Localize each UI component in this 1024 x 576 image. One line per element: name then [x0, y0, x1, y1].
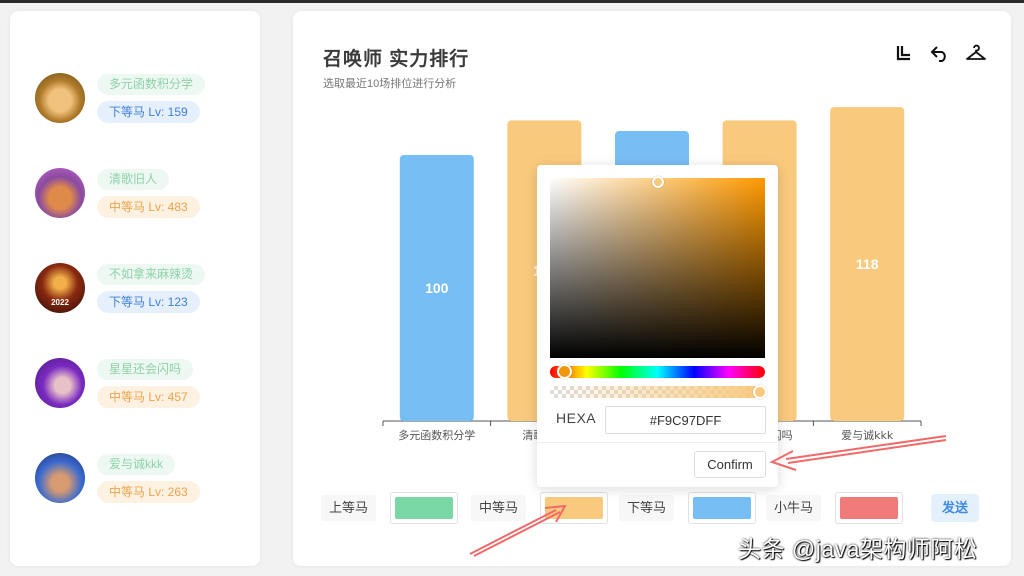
color-picker-popup: HEXA Confirm — [537, 165, 778, 487]
corgi-avatar — [35, 73, 85, 123]
player-item[interactable]: 星星还会闪吗 中等马 Lv: 457 — [35, 358, 255, 422]
player-level-tag: 中等马 Lv: 483 — [97, 196, 200, 218]
saturation-value-panel[interactable] — [550, 178, 765, 358]
swatch-fill — [395, 497, 453, 519]
player-level-tag: 中等马 Lv: 457 — [97, 386, 200, 408]
tier-label: 下等马 — [619, 495, 675, 521]
tier-color-legend: 发送 上等马 中等马 下等马 小牛马 — [321, 492, 991, 524]
hexa-input[interactable] — [605, 406, 766, 434]
blue-hair-avatar — [35, 453, 85, 503]
player-name-tag: 爱与诚kkk — [97, 454, 176, 475]
hue-slider-thumb[interactable] — [557, 364, 572, 379]
alpha-gradient — [550, 386, 765, 398]
alpha-slider-thumb[interactable] — [753, 385, 767, 399]
tier-label: 中等马 — [471, 495, 527, 521]
player-name-tag: 不如拿来麻辣烫 — [97, 264, 206, 285]
tier-color-swatch[interactable] — [688, 492, 756, 524]
hanger-icon — [966, 44, 986, 60]
saturation-cursor[interactable] — [652, 176, 664, 188]
swatch-fill — [840, 497, 898, 519]
fox-mage-avatar — [35, 168, 85, 218]
player-item[interactable]: 爱与诚kkk 中等马 Lv: 263 — [35, 453, 255, 517]
confirm-button[interactable]: Confirm — [694, 451, 766, 478]
swatch-fill — [693, 497, 751, 519]
tier-color-swatch[interactable] — [390, 492, 458, 524]
tier-color-swatch[interactable] — [835, 492, 903, 524]
window-top-edge — [0, 0, 1024, 3]
purple-hair-avatar — [35, 358, 85, 408]
player-name-tag: 星星还会闪吗 — [97, 359, 194, 380]
player-level-tag: 中等马 Lv: 263 — [97, 481, 200, 503]
page-subtitle: 选取最近10场排位进行分析 — [323, 78, 457, 90]
data-view-icon — [896, 46, 910, 61]
undo-button[interactable] — [929, 42, 951, 64]
category-label: 爱与诚kkk — [841, 429, 894, 442]
tier-color-swatch[interactable] — [540, 492, 608, 524]
data-view-button[interactable] — [893, 42, 915, 64]
picker-divider — [537, 442, 778, 443]
player-level-tag: 下等马 Lv: 159 — [97, 101, 200, 123]
player-item[interactable]: 2022 不如拿来麻辣烫 下等马 Lv: 123 — [35, 263, 255, 327]
hue-slider[interactable] — [550, 366, 765, 378]
undo-icon — [930, 46, 946, 62]
bar-value-label: 100 — [425, 280, 449, 296]
send-button[interactable]: 发送 — [931, 494, 979, 522]
category-label: 多元函数积分学 — [398, 428, 475, 442]
player-item[interactable]: 多元函数积分学 下等马 Lv: 159 — [35, 73, 255, 137]
flame-2022-avatar: 2022 — [35, 263, 85, 313]
player-item[interactable]: 清歌旧人中等马 Lv: 483 — [35, 168, 255, 232]
restore-button[interactable] — [965, 42, 987, 64]
player-name-tag: 多元函数积分学 — [97, 74, 206, 95]
tier-label: 小牛马 — [766, 495, 822, 521]
chart-toolbar — [893, 42, 987, 64]
page-title: 召唤师 实力排行 — [323, 49, 470, 70]
watermark-text: 头条 @java架构师阿松 — [738, 536, 978, 562]
alpha-slider[interactable] — [550, 386, 765, 398]
avatar-caption: 2022 — [51, 298, 69, 307]
player-list-panel: 多元函数积分学 下等马 Lv: 159 清歌旧人中等马 Lv: 483 2022 不如拿… — [10, 11, 260, 566]
tier-label: 上等马 — [321, 495, 377, 521]
hexa-label: HEXA — [556, 410, 597, 426]
swatch-fill — [545, 497, 603, 519]
player-name-tag: 清歌旧人 — [97, 169, 170, 190]
bar-value-label: 118 — [856, 256, 879, 272]
player-level-tag: 下等马 Lv: 123 — [97, 291, 200, 313]
